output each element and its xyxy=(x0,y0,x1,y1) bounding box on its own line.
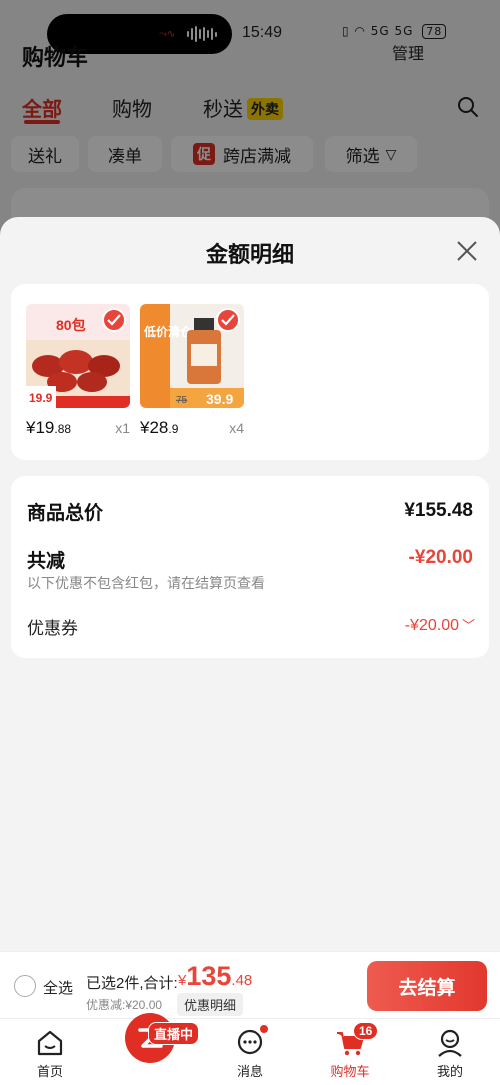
item-quantity: x4 xyxy=(229,420,244,436)
item-price-dec: .88 xyxy=(54,422,72,436)
total-price-int: 135 xyxy=(186,961,232,991)
discount-detail-button[interactable]: 优惠明细 xyxy=(177,993,244,1016)
nav-label: 首页 xyxy=(36,1064,63,1079)
nav-item-profile[interactable]: 我的 xyxy=(400,1019,500,1085)
select-all-radio[interactable] xyxy=(14,975,36,997)
coupon-label: 优惠券 xyxy=(27,619,78,638)
live-badge: 直播中 xyxy=(148,1022,200,1045)
select-all-label[interactable]: 全选 xyxy=(43,977,73,998)
profile-icon xyxy=(438,1029,462,1057)
reduce-value: -¥20.00 xyxy=(408,547,473,568)
corner-price-text: 19.9 xyxy=(29,391,53,405)
chevron-down-icon: ﹀ xyxy=(461,618,475,633)
checkout-button[interactable]: 去结算 xyxy=(367,961,487,1011)
item-price-dec: .9 xyxy=(168,422,179,436)
coupon-value: -¥20.00 xyxy=(404,617,459,634)
product-tag-text: 低价清仓 xyxy=(143,324,193,339)
sheet-title: 金额明细 xyxy=(205,242,294,267)
discount-text: 优惠减:¥20.00 xyxy=(86,998,163,1012)
goods-card: 80包 19.9 ¥19.88 x1 低价清仓 75 39.9 ¥28.9 x4 xyxy=(11,284,489,460)
bottom-nav: 首页 消息 购物车 我的 xyxy=(0,1018,500,1085)
cart-count-badge: 16 xyxy=(353,1022,379,1040)
total-label: 商品总价 xyxy=(27,503,104,524)
summary-card: 商品总价 ¥155.48 共减 -¥20.00 以下优惠不包含红包，请在结算页查… xyxy=(11,476,489,658)
checked-icon xyxy=(102,308,126,332)
coupon-row[interactable]: -¥20.00 ﹀ xyxy=(405,615,475,635)
discount-note: 以下优惠不包含红包，请在结算页查看 xyxy=(27,575,265,591)
total-price-dec: .48 xyxy=(231,972,253,989)
corner-price-text: 39.9 xyxy=(206,391,233,407)
checkout-bar: 全选 已选2件,合计: ¥135.48 优惠减:¥20.00 优惠明细 去结算 xyxy=(0,951,500,1018)
nav-item-home[interactable]: 首页 xyxy=(0,1019,100,1085)
item-price-int: ¥28 xyxy=(140,418,169,437)
item-quantity: x1 xyxy=(115,420,130,436)
old-price-text: 75 xyxy=(176,395,188,406)
item-price-int: ¥19 xyxy=(26,418,55,437)
total-value: ¥155.48 xyxy=(404,500,473,521)
nav-item-messages[interactable]: 消息 xyxy=(200,1019,300,1085)
reduce-label: 共减 xyxy=(27,551,66,572)
checked-icon xyxy=(216,308,240,332)
product-thumbnail: 低价清仓 75 39.9 xyxy=(140,304,244,408)
close-icon[interactable] xyxy=(455,239,479,263)
goods-item[interactable]: 80包 19.9 ¥19.88 x1 xyxy=(26,304,130,437)
nav-label: 购物车 xyxy=(330,1064,370,1079)
home-icon xyxy=(37,1030,63,1056)
message-dot xyxy=(259,1024,269,1034)
product-thumbnail: 80包 19.9 xyxy=(26,304,130,408)
nav-item-cart[interactable]: 购物车 xyxy=(300,1019,400,1085)
nav-label: 消息 xyxy=(236,1064,263,1079)
nav-label: 我的 xyxy=(436,1064,463,1079)
total-price: ¥135.48 xyxy=(178,961,252,992)
selected-count-text: 已选2件,合计: xyxy=(86,975,178,992)
product-tag-text: 80包 xyxy=(56,317,86,333)
goods-item[interactable]: 低价清仓 75 39.9 ¥28.9 x4 xyxy=(140,304,244,437)
